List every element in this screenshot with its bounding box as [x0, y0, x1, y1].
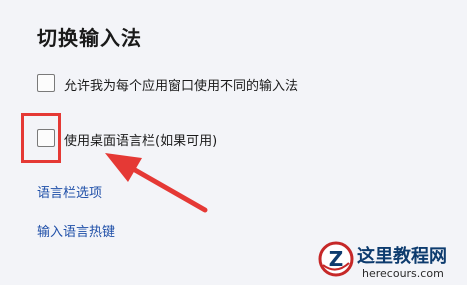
- watermark-title: 这里教程网: [357, 246, 447, 267]
- watermark-url: herecours.com: [362, 267, 444, 280]
- svg-text:Z: Z: [329, 247, 344, 271]
- watermark-logo-icon: Z: [318, 241, 354, 277]
